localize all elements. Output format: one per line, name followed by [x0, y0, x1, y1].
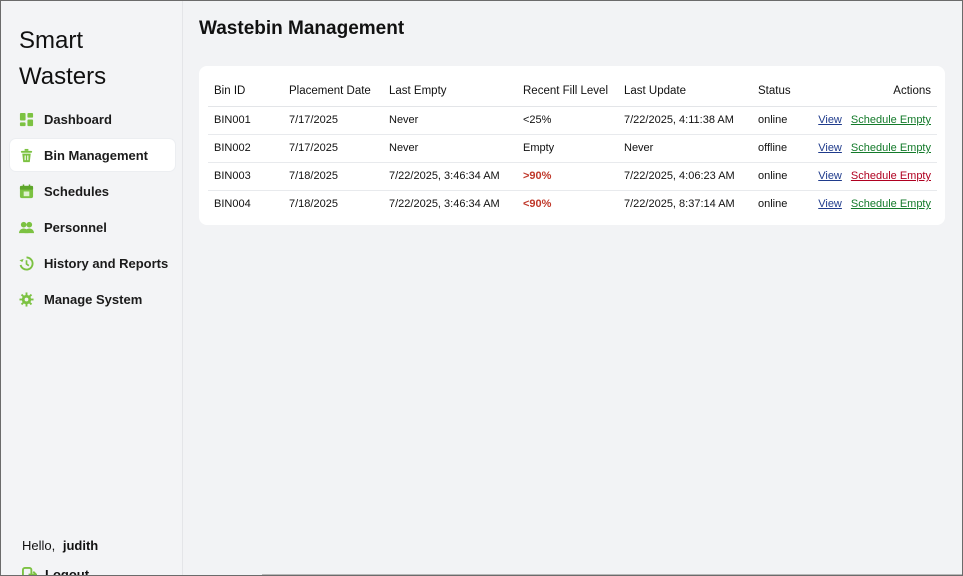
placement-date-cell: 7/18/2025 — [283, 162, 383, 191]
gear-icon — [19, 291, 34, 307]
view-link[interactable]: View — [818, 198, 842, 210]
actions-cell: View Schedule Empty — [810, 162, 937, 191]
app-title: Smart Wasters — [19, 23, 159, 95]
view-link[interactable]: View — [818, 142, 842, 154]
view-link[interactable]: View — [818, 170, 842, 182]
sidebar-item-bin-management[interactable]: Bin Management — [10, 139, 175, 171]
fill-level-cell: <90% — [523, 198, 552, 211]
column-header-status: Status — [752, 76, 810, 107]
sidebar-item-personnel[interactable]: Personnel — [10, 211, 175, 243]
table-row: BIN003 7/18/2025 7/22/2025, 3:46:34 AM >… — [208, 162, 937, 191]
sidebar-item-label: Dashboard — [44, 111, 112, 127]
sidebar-item-label: Bin Management — [44, 147, 149, 163]
sidebar-item-manage-system[interactable]: Manage System — [10, 283, 175, 315]
status-cell: online — [752, 162, 810, 191]
sidebar-item-label: Personnel — [44, 219, 107, 235]
column-header-fill-level: Recent Fill Level — [517, 76, 618, 107]
column-header-bin-id: Bin ID — [208, 76, 283, 107]
column-header-last-update: Last Update — [618, 76, 752, 107]
schedule-empty-link[interactable]: Schedule Empty — [851, 198, 931, 210]
status-cell: online — [758, 198, 788, 211]
placement-date-cell: 7/18/2025 — [289, 198, 338, 211]
sidebar-item-label: History and Reports — [44, 255, 169, 271]
app-title-line2: Wasters — [19, 63, 107, 90]
last-update-cell: Never — [618, 134, 752, 163]
sidebar-item-schedules[interactable]: Schedules — [10, 175, 175, 207]
sidebar-nav: Dashboard Bin Management Schedules Perso… — [10, 103, 175, 319]
placement-date-cell: 7/17/2025 — [283, 106, 383, 135]
main-content: Wastebin Management Bin ID Placement Dat… — [184, 1, 962, 575]
history-icon — [19, 255, 34, 271]
bins-table-card: Bin ID Placement Date Last Empty Recent … — [199, 66, 945, 225]
sidebar-item-dashboard[interactable]: Dashboard — [10, 103, 175, 135]
calendar-icon — [19, 183, 34, 199]
fill-level-cell: <25% — [517, 106, 618, 135]
last-empty-cell: Never — [383, 106, 517, 135]
last-update-cell: 7/22/2025, 8:37:14 AM — [624, 198, 735, 211]
bin-id-cell: BIN001 — [208, 106, 283, 135]
actions-cell: View Schedule Empty — [810, 134, 937, 163]
table-row: BIN001 7/17/2025 Never <25% 7/22/2025, 4… — [208, 106, 937, 135]
users-icon — [19, 220, 34, 235]
window-bottom-edge — [262, 574, 962, 575]
actions-cell: View Schedule Empty — [810, 106, 937, 135]
logout-label: Logout — [45, 567, 90, 576]
app-title-line1: Smart — [19, 27, 84, 54]
fill-level-cell: Empty — [517, 134, 618, 163]
schedule-empty-link[interactable]: Schedule Empty — [851, 142, 931, 154]
actions-cell: View Schedule Empty — [810, 190, 937, 218]
greeting-prefix: Hello, — [22, 538, 56, 553]
dashboard-icon — [19, 112, 34, 127]
page-title: Wastebin Management — [199, 18, 405, 39]
sidebar-item-history-reports[interactable]: History and Reports — [10, 247, 175, 279]
bin-id-cell: BIN002 — [208, 134, 283, 163]
last-update-cell: 7/22/2025, 4:11:38 AM — [618, 106, 752, 135]
logout-button[interactable]: Logout — [22, 567, 89, 576]
view-link[interactable]: View — [818, 114, 842, 126]
last-empty-cell: Never — [383, 134, 517, 163]
bin-id-cell: BIN003 — [208, 162, 283, 191]
status-cell: online — [752, 106, 810, 135]
user-greeting: Hello, judith — [22, 538, 98, 553]
table-row: BIN002 7/17/2025 Never Empty Never offli… — [208, 134, 937, 163]
last-empty-cell: 7/22/2025, 3:46:34 AM — [389, 198, 500, 211]
column-header-last-empty: Last Empty — [383, 76, 517, 107]
logout-icon — [22, 567, 37, 576]
sidebar-item-label: Manage System — [44, 291, 143, 307]
bin-id-cell: BIN004 — [214, 198, 251, 211]
status-cell: offline — [752, 134, 810, 163]
bins-table: Bin ID Placement Date Last Empty Recent … — [208, 76, 937, 218]
table-header-row: Bin ID Placement Date Last Empty Recent … — [208, 76, 937, 107]
username: judith — [62, 538, 99, 553]
column-header-placement-date: Placement Date — [283, 76, 383, 107]
last-empty-cell: 7/22/2025, 3:46:34 AM — [383, 162, 517, 191]
schedule-empty-link[interactable]: Schedule Empty — [851, 170, 931, 182]
sidebar: Smart Wasters Dashboard Bin Management S… — [1, 1, 183, 576]
placement-date-cell: 7/17/2025 — [283, 134, 383, 163]
column-header-actions: Actions — [810, 76, 937, 107]
table-row: BIN004 7/18/2025 7/22/2025, 3:46:34 AM <… — [208, 190, 937, 218]
last-update-cell: 7/22/2025, 4:06:23 AM — [618, 162, 752, 191]
sidebar-item-label: Schedules — [44, 183, 110, 199]
trash-bin-icon — [19, 148, 34, 163]
fill-level-cell: >90% — [517, 162, 618, 191]
schedule-empty-link[interactable]: Schedule Empty — [851, 114, 931, 126]
